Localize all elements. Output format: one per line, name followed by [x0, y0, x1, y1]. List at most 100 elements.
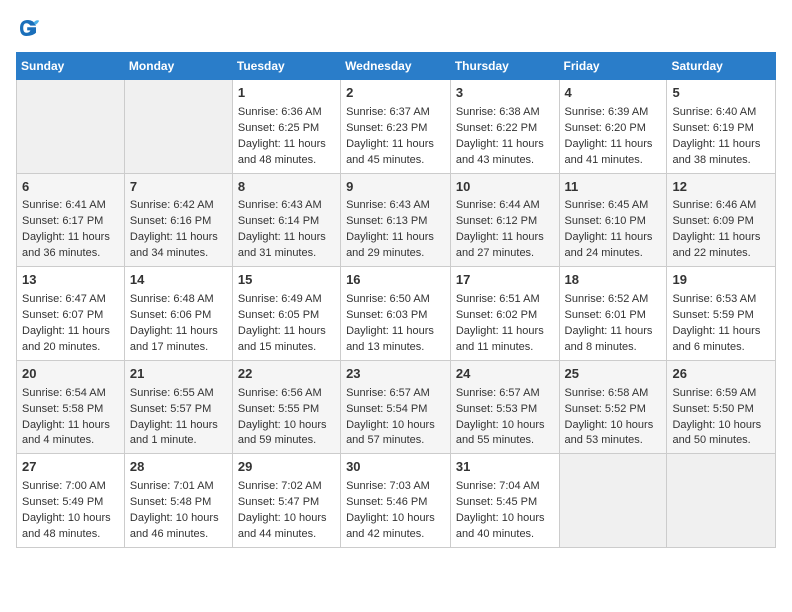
day-number: 10 — [456, 178, 554, 197]
sunrise: Sunrise: 6:41 AM — [22, 199, 106, 211]
daylight: Daylight: 11 hours and 6 minutes. — [672, 325, 760, 353]
calendar-cell: 11Sunrise: 6:45 AMSunset: 6:10 PMDayligh… — [559, 173, 667, 267]
daylight: Daylight: 10 hours and 53 minutes. — [565, 419, 654, 447]
sunset: Sunset: 6:13 PM — [346, 215, 427, 227]
calendar-cell — [17, 80, 125, 174]
day-number: 11 — [565, 178, 662, 197]
calendar-cell — [667, 454, 776, 548]
sunset: Sunset: 6:14 PM — [238, 215, 319, 227]
daylight: Daylight: 11 hours and 17 minutes. — [130, 325, 218, 353]
daylight: Daylight: 11 hours and 29 minutes. — [346, 231, 434, 259]
daylight: Daylight: 10 hours and 40 minutes. — [456, 512, 545, 540]
col-header-thursday: Thursday — [450, 53, 559, 80]
sunset: Sunset: 6:02 PM — [456, 309, 537, 321]
daylight: Daylight: 11 hours and 20 minutes. — [22, 325, 110, 353]
day-number: 16 — [346, 271, 445, 290]
daylight: Daylight: 10 hours and 59 minutes. — [238, 419, 327, 447]
calendar-cell: 3Sunrise: 6:38 AMSunset: 6:22 PMDaylight… — [450, 80, 559, 174]
sunset: Sunset: 6:12 PM — [456, 215, 537, 227]
calendar-cell: 27Sunrise: 7:00 AMSunset: 5:49 PMDayligh… — [17, 454, 125, 548]
calendar-cell: 20Sunrise: 6:54 AMSunset: 5:58 PMDayligh… — [17, 360, 125, 454]
sunrise: Sunrise: 6:36 AM — [238, 106, 322, 118]
sunrise: Sunrise: 6:57 AM — [456, 387, 540, 399]
day-number: 8 — [238, 178, 335, 197]
sunrise: Sunrise: 6:57 AM — [346, 387, 430, 399]
sunset: Sunset: 5:45 PM — [456, 496, 537, 508]
day-number: 26 — [672, 365, 770, 384]
calendar-cell: 31 Sunrise: 7:04 AM Sunset: 5:45 PM Dayligh… — [450, 454, 559, 548]
day-number: 21 — [130, 365, 227, 384]
day-number: 31 — [456, 458, 554, 477]
sunrise: Sunrise: 6:59 AM — [672, 387, 756, 399]
sunset: Sunset: 5:58 PM — [22, 403, 103, 415]
col-header-friday: Friday — [559, 53, 667, 80]
col-header-tuesday: Tuesday — [232, 53, 340, 80]
sunrise: Sunrise: 7:04 AM — [456, 480, 540, 492]
sunrise: Sunrise: 6:38 AM — [456, 106, 540, 118]
daylight: Daylight: 11 hours and 43 minutes. — [456, 138, 544, 166]
sunset: Sunset: 6:09 PM — [672, 215, 753, 227]
sunset: Sunset: 5:50 PM — [672, 403, 753, 415]
sunrise: Sunrise: 6:43 AM — [346, 199, 430, 211]
sunrise: Sunrise: 6:37 AM — [346, 106, 430, 118]
daylight: Daylight: 11 hours and 4 minutes. — [22, 419, 110, 447]
col-header-saturday: Saturday — [667, 53, 776, 80]
sunrise: Sunrise: 6:55 AM — [130, 387, 214, 399]
sunrise: Sunrise: 6:46 AM — [672, 199, 756, 211]
calendar-cell: 26 Sunrise: 6:59 AM Sunset: 5:50 PM Dayligh… — [667, 360, 776, 454]
day-number: 22 — [238, 365, 335, 384]
page-header — [16, 16, 776, 40]
sunset: Sunset: 5:54 PM — [346, 403, 427, 415]
col-header-sunday: Sunday — [17, 53, 125, 80]
sunset: Sunset: 6:10 PM — [565, 215, 646, 227]
sunrise: Sunrise: 6:51 AM — [456, 293, 540, 305]
calendar-cell: 8Sunrise: 6:43 AMSunset: 6:14 PMDaylight… — [232, 173, 340, 267]
day-number: 6 — [22, 178, 119, 197]
day-number: 13 — [22, 271, 119, 290]
day-number: 12 — [672, 178, 770, 197]
day-number: 18 — [565, 271, 662, 290]
logo — [16, 16, 44, 40]
sunrise: Sunrise: 6:52 AM — [565, 293, 649, 305]
sunset: Sunset: 5:48 PM — [130, 496, 211, 508]
daylight: Daylight: 10 hours and 42 minutes. — [346, 512, 435, 540]
daylight: Daylight: 10 hours and 48 minutes. — [22, 512, 111, 540]
daylight: Daylight: 11 hours and 15 minutes. — [238, 325, 326, 353]
sunset: Sunset: 6:22 PM — [456, 122, 537, 134]
day-number: 7 — [130, 178, 227, 197]
daylight: Daylight: 11 hours and 34 minutes. — [130, 231, 218, 259]
calendar-cell — [559, 454, 667, 548]
calendar-cell: 5Sunrise: 6:40 AMSunset: 6:19 PMDaylight… — [667, 80, 776, 174]
sunset: Sunset: 5:49 PM — [22, 496, 103, 508]
calendar-cell: 6Sunrise: 6:41 AMSunset: 6:17 PMDaylight… — [17, 173, 125, 267]
day-number: 9 — [346, 178, 445, 197]
day-number: 17 — [456, 271, 554, 290]
daylight: Daylight: 10 hours and 50 minutes. — [672, 419, 761, 447]
daylight: Daylight: 10 hours and 44 minutes. — [238, 512, 327, 540]
day-number: 15 — [238, 271, 335, 290]
sunrise: Sunrise: 6:50 AM — [346, 293, 430, 305]
sunset: Sunset: 6:19 PM — [672, 122, 753, 134]
calendar-cell: 25Sunrise: 6:58 AMSunset: 5:52 PMDayligh… — [559, 360, 667, 454]
daylight: Daylight: 11 hours and 45 minutes. — [346, 138, 434, 166]
calendar-cell: 29Sunrise: 7:02 AMSunset: 5:47 PMDayligh… — [232, 454, 340, 548]
day-number: 24 — [456, 365, 554, 384]
sunrise: Sunrise: 6:53 AM — [672, 293, 756, 305]
day-number: 27 — [22, 458, 119, 477]
sunset: Sunset: 6:05 PM — [238, 309, 319, 321]
sunset: Sunset: 5:53 PM — [456, 403, 537, 415]
sunrise: Sunrise: 6:54 AM — [22, 387, 106, 399]
day-number: 2 — [346, 84, 445, 103]
daylight: Daylight: 11 hours and 48 minutes. — [238, 138, 326, 166]
sunset: Sunset: 5:57 PM — [130, 403, 211, 415]
calendar-cell: 10Sunrise: 6:44 AMSunset: 6:12 PMDayligh… — [450, 173, 559, 267]
daylight: Daylight: 10 hours and 55 minutes. — [456, 419, 545, 447]
calendar-cell: 19Sunrise: 6:53 AMSunset: 5:59 PMDayligh… — [667, 267, 776, 361]
sunrise: Sunrise: 7:03 AM — [346, 480, 430, 492]
day-number: 4 — [565, 84, 662, 103]
day-number: 30 — [346, 458, 445, 477]
day-number: 1 — [238, 84, 335, 103]
sunset: Sunset: 6:17 PM — [22, 215, 103, 227]
sunset: Sunset: 6:06 PM — [130, 309, 211, 321]
daylight: Daylight: 11 hours and 38 minutes. — [672, 138, 760, 166]
